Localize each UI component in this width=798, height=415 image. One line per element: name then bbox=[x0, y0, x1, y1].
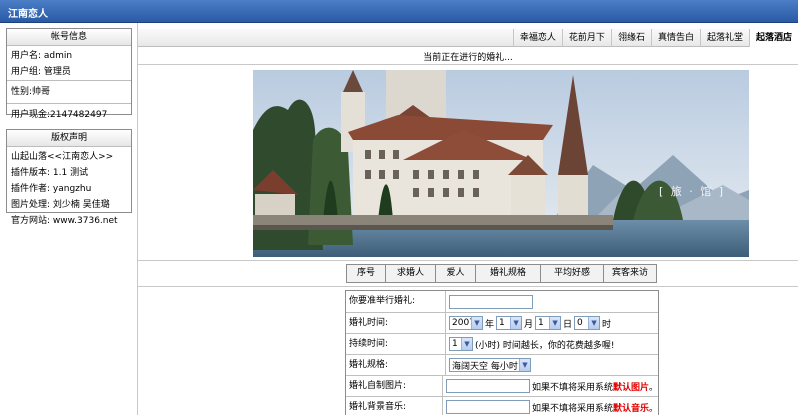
hour-select[interactable]: 0 ▼ bbox=[574, 316, 601, 330]
username-text: 用户名: admin bbox=[11, 51, 73, 61]
partner-input[interactable] bbox=[449, 294, 533, 309]
copyright-line: 图片处理: 刘少楠 吴佳璐 bbox=[11, 200, 110, 210]
copyright-panel-header: 版权声明 bbox=[7, 130, 131, 147]
status-text: 当前正在进行的婚礼... bbox=[423, 53, 513, 63]
form-row: 婚礼背景音乐: 如果不填将采用系统默认音乐。 bbox=[346, 396, 658, 415]
field-label: 持续时间: bbox=[346, 334, 446, 354]
form-row: 婚礼规格: 海阔天空 每小时10 ▼ bbox=[346, 354, 658, 375]
window-title: 江南恋人 bbox=[8, 9, 48, 20]
nav-tab[interactable]: 翎缘石 bbox=[610, 29, 651, 47]
day-select[interactable]: 1 ▼ bbox=[535, 316, 562, 330]
account-panel: 帐号信息 用户名: admin 用户组: 管理员 性别:帅哥 用户现金:2147… bbox=[6, 28, 132, 120]
field-label: 婚礼规格: bbox=[346, 355, 446, 375]
section-tab[interactable]: 求婚人 bbox=[385, 265, 435, 282]
form-row: 持续时间: 1 ▼ (小时) 时间越长，你的花费越多喔! bbox=[346, 333, 658, 354]
duration-select[interactable]: 1 ▼ bbox=[449, 337, 473, 351]
chevron-down-icon: ▼ bbox=[510, 317, 522, 329]
banner-image: [ 旅 · 馆 ] bbox=[253, 70, 749, 257]
chevron-down-icon: ▼ bbox=[471, 317, 482, 329]
form-row: 婚礼自制图片: 如果不填将采用系统默认图片。 bbox=[346, 375, 658, 396]
copyright-line: 插件作者: yangzhu bbox=[11, 184, 92, 194]
column-divider bbox=[137, 23, 138, 415]
wedding-form: 你要准举行婚礼: 婚礼时间: 2007 ▼ 年 1 ▼ 月 1 ▼ 日 0 ▼ 时 持续… bbox=[345, 290, 659, 415]
section-tab[interactable]: 爱人 bbox=[435, 265, 475, 282]
music-input[interactable] bbox=[445, 400, 530, 414]
copyright-panel: 版权声明 山起山落<<江南恋人>> 插件版本: 1.1 测试 插件作者: yan… bbox=[6, 129, 132, 226]
hour-unit: 时 bbox=[602, 319, 612, 330]
title-bar: 江南恋人 bbox=[0, 0, 798, 23]
copyright-line: 插件版本: 1.1 测试 bbox=[11, 168, 89, 178]
account-panel-header: 帐号信息 bbox=[7, 29, 131, 46]
usergroup-text: 用户组: 管理员 bbox=[11, 67, 71, 77]
nav-bar: 幸福恋人 花前月下 翎缘石 真情告白 起落礼堂 起落酒店 bbox=[138, 29, 798, 47]
music-hint: 如果不填将采用系统默认音乐。 bbox=[531, 403, 658, 414]
chevron-down-icon: ▼ bbox=[461, 338, 472, 350]
section-tabs: 序号 求婚人 爱人 婚礼规格 平均好感 宾客来访 bbox=[346, 264, 657, 283]
chevron-down-icon: ▼ bbox=[549, 317, 561, 329]
field-label: 你要准举行婚礼: bbox=[346, 291, 446, 312]
divider bbox=[138, 64, 798, 65]
copyright-line: 官方网站: www.3736.net bbox=[11, 216, 118, 226]
chevron-down-icon: ▼ bbox=[588, 317, 600, 329]
spec-select[interactable]: 海阔天空 每小时10 ▼ bbox=[449, 358, 531, 372]
field-label: 婚礼自制图片: bbox=[346, 376, 443, 396]
divider bbox=[138, 286, 798, 287]
nav-tab[interactable]: 起落礼堂 bbox=[699, 29, 749, 47]
year-select[interactable]: 2007 ▼ bbox=[449, 316, 483, 330]
nav-tab[interactable]: 幸福恋人 bbox=[512, 29, 562, 47]
year-unit: 年 bbox=[485, 319, 495, 330]
cash-text: 用户现金:2147482497 bbox=[7, 103, 131, 123]
divider bbox=[138, 260, 798, 261]
field-label: 婚礼时间: bbox=[346, 313, 446, 333]
gender-text: 性别:帅哥 bbox=[7, 80, 131, 103]
form-row: 婚礼时间: 2007 ▼ 年 1 ▼ 月 1 ▼ 日 0 ▼ 时 bbox=[346, 312, 658, 333]
duration-hint: (小时) 时间越长，你的花费越多喔! bbox=[475, 340, 615, 351]
nav-tab[interactable]: 真情告白 bbox=[650, 29, 700, 47]
section-tab[interactable]: 序号 bbox=[347, 265, 385, 282]
month-select[interactable]: 1 ▼ bbox=[496, 316, 523, 330]
day-unit: 日 bbox=[563, 319, 573, 330]
image-input[interactable] bbox=[445, 379, 530, 393]
chevron-down-icon: ▼ bbox=[519, 359, 530, 371]
image-hint: 如果不填将采用系统默认图片。 bbox=[531, 382, 658, 393]
nav-tab-active[interactable]: 起落酒店 bbox=[748, 29, 798, 47]
nav-tab[interactable]: 花前月下 bbox=[561, 29, 611, 47]
banner-caption: [ 旅 · 馆 ] bbox=[659, 185, 726, 198]
month-unit: 月 bbox=[524, 319, 534, 330]
form-row: 你要准举行婚礼: bbox=[346, 291, 658, 312]
field-label: 婚礼背景音乐: bbox=[346, 397, 443, 415]
section-tab[interactable]: 宾客来访 bbox=[603, 265, 656, 282]
section-tab[interactable]: 婚礼规格 bbox=[475, 265, 540, 282]
section-tab[interactable]: 平均好感 bbox=[540, 265, 603, 282]
copyright-line: 山起山落<<江南恋人>> bbox=[11, 152, 114, 162]
